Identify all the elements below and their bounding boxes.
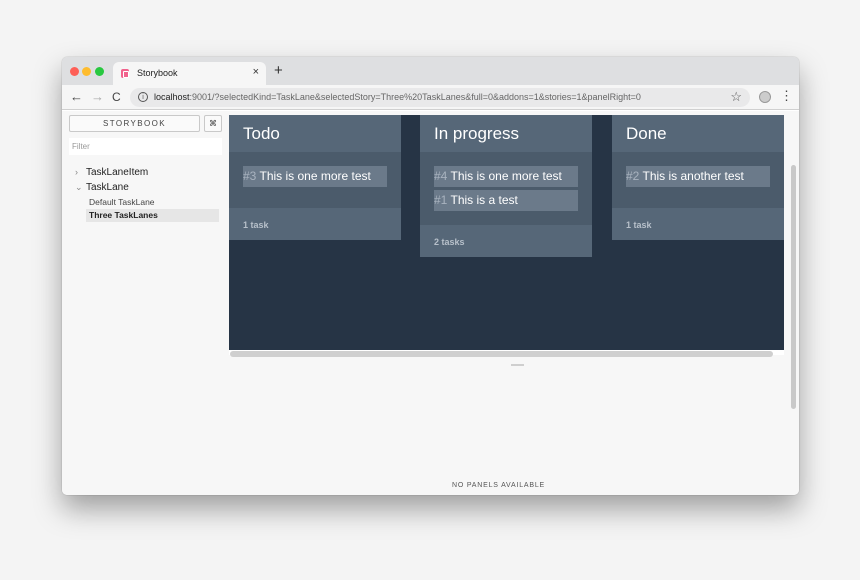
storybook-favicon-icon	[121, 69, 129, 78]
panel-resize-handle[interactable]	[511, 364, 524, 366]
tab-close-icon[interactable]: ×	[253, 66, 259, 78]
lane-todo: Todo #3 This is one more test 1 task	[229, 115, 401, 240]
lane-title: In progress	[420, 115, 592, 152]
task-card[interactable]: #1 This is a test	[434, 190, 578, 211]
close-window-button[interactable]	[70, 67, 79, 76]
horizontal-scrollbar[interactable]	[230, 351, 773, 357]
chevron-right-icon: ›	[75, 167, 78, 177]
tree-item-tasklane[interactable]: ⌄ TaskLane	[75, 182, 129, 193]
lane-done: Done #2 This is another test 1 task	[612, 115, 784, 240]
story-three-tasklanes[interactable]: Three TaskLanes	[86, 209, 219, 222]
profile-avatar-icon[interactable]	[759, 91, 771, 103]
tab-bar: Storybook × +	[62, 57, 799, 85]
tab-title: Storybook	[137, 68, 178, 78]
lane-title: Done	[612, 115, 784, 152]
no-panels-message: NO PANELS AVAILABLE	[452, 482, 546, 489]
story-preview: Todo #3 This is one more test 1 task In …	[229, 115, 784, 357]
new-tab-button[interactable]: +	[274, 62, 283, 79]
lane-task-count: 1 task	[612, 208, 784, 240]
task-card[interactable]: #4 This is one more test	[434, 166, 578, 187]
task-board: Todo #3 This is one more test 1 task In …	[229, 115, 784, 350]
browser-menu-icon[interactable]: ⋮	[780, 88, 793, 104]
story-default-tasklane[interactable]: Default TaskLane	[89, 197, 155, 207]
lane-task-count: 1 task	[229, 208, 401, 240]
vertical-scrollbar[interactable]	[791, 165, 796, 409]
browser-window: Storybook × + ← → C i localhost:9001/?se…	[62, 57, 799, 495]
storybook-app: STORYBOOK ⌘ ›TaskLaneItem ⌄TaskLane Defa…	[62, 111, 799, 495]
lane-title: Todo	[229, 115, 401, 152]
info-icon[interactable]: i	[138, 92, 148, 102]
tab-storybook[interactable]: Storybook ×	[113, 62, 266, 85]
bookmark-star-icon[interactable]: ☆	[730, 89, 742, 105]
back-arrow-icon[interactable]: ←	[70, 89, 83, 104]
lane-task-count: 2 tasks	[420, 225, 592, 257]
minimize-window-button[interactable]	[82, 67, 91, 76]
lane-in-progress: In progress #4 This is one more test #1 …	[420, 115, 592, 257]
stories-sidebar: STORYBOOK ⌘ ›TaskLaneItem ⌄TaskLane Defa…	[62, 111, 227, 411]
keyboard-shortcuts-button[interactable]: ⌘	[204, 115, 222, 132]
reload-icon[interactable]: C	[112, 90, 121, 104]
task-card[interactable]: #3 This is one more test	[243, 166, 387, 187]
storybook-brand-button[interactable]: STORYBOOK	[69, 115, 200, 132]
maximize-window-button[interactable]	[95, 67, 104, 76]
chevron-down-icon: ⌄	[75, 182, 83, 192]
url-text[interactable]: localhost:9001/?selectedKind=TaskLane&se…	[154, 92, 641, 102]
filter-input[interactable]	[69, 138, 222, 155]
browser-toolbar: ← → C i localhost:9001/?selectedKind=Tas…	[62, 85, 799, 110]
tree-item-tasklaneitem[interactable]: › TaskLaneItem	[75, 167, 148, 178]
task-card[interactable]: #2 This is another test	[626, 166, 770, 187]
forward-arrow-icon[interactable]: →	[91, 89, 104, 104]
address-bar[interactable]: i localhost:9001/?selectedKind=TaskLane&…	[130, 88, 750, 107]
